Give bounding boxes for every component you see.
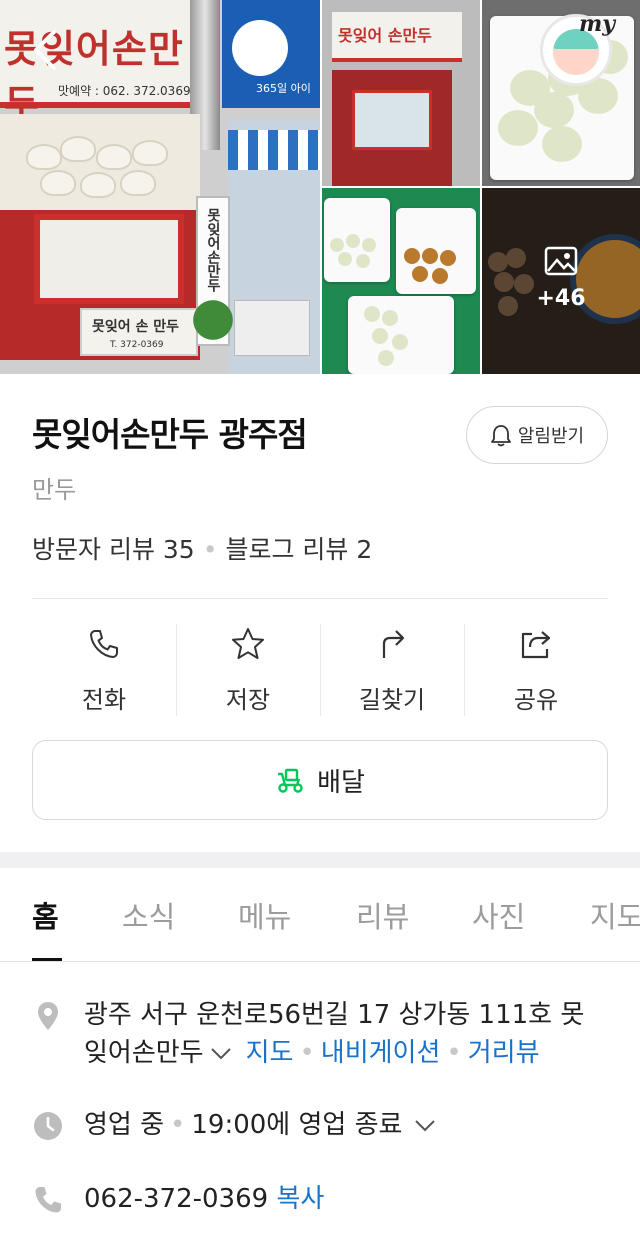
hours-text: 영업 중 • 19:00에 영업 종료 [84,1106,436,1144]
hours-row: 영업 중 • 19:00에 영업 종료 [32,1106,608,1146]
tab-map[interactable]: 지도 [590,894,640,936]
section-separator [0,852,640,868]
lower-sign-phone: T. 372-0369 [110,340,164,350]
phone-row: 062-372-0369 복사 [32,1180,608,1220]
air-conditioner-unit [234,300,310,356]
phone-number[interactable]: 062-372-0369 [84,1184,268,1214]
dumpling-window-graphic [0,114,200,210]
store-sign-phone: 맛예약 : 062. 372.0369 [58,84,191,98]
address-row: 광주 서구 운천로56번길 17 상가동 111호 못 잊어손만두 지도 • 내비게이… [32,996,608,1076]
address-block: 광주 서구 운천로56번길 17 상가동 111호 못 잊어손만두 지도 • 내비게이… [84,996,584,1072]
tab-photos[interactable]: 사진 [472,894,525,936]
chevron-down-icon[interactable] [210,1047,232,1061]
dumpling-boxes-photo[interactable] [322,188,480,374]
lower-sign: 못잊어 손 만두 T. 372-0369 [80,308,198,356]
separator-dot: • [446,1038,462,1068]
tab-menu[interactable]: 메뉴 [238,894,291,936]
delivery-scooter-icon [278,768,303,793]
delivery-button[interactable]: 배달 [32,740,608,820]
tab-bar: 홈 소식 메뉴 리뷰 사진 지도 [0,868,640,962]
back-button[interactable] [20,22,70,78]
ice-cream-logo [232,20,288,76]
my-label: my [579,11,616,37]
bell-icon [490,425,511,447]
navigation-link[interactable]: 내비게이션 [321,1038,441,1068]
clock-icon [34,1112,62,1140]
directions-label: 길찾기 [358,686,426,714]
save-button[interactable]: 저장 [176,600,320,726]
chevron-left-icon [34,30,56,70]
blog-reviews-link[interactable]: 블로그 리뷰 2 [225,535,372,564]
chevron-down-icon[interactable] [414,1119,436,1133]
potted-plant [188,292,238,362]
photo2-window [352,90,432,150]
share-button[interactable]: 공유 [464,600,608,726]
striped-awning [228,130,320,170]
review-summary: 방문자 리뷰 35 • 블로그 리뷰 2 [32,530,372,566]
neighbor-sign: 365일 아이 [222,0,320,108]
vertical-sign-text: 못잊어손만두 [205,208,221,292]
photo2-sign-text: 못잊어 손만두 [338,26,432,45]
delivery-label: 배달 [317,767,365,798]
photo-gallery[interactable]: 못잊어손만두 맛예약 : 062. 372.0369 365일 아이 못잊어 손… [0,0,640,374]
address-line2-wrap: 잊어손만두 지도 • 내비게이션 • 거리뷰 [84,1034,584,1072]
share-icon [521,631,551,659]
phone-icon [35,1187,61,1213]
separator-dot: • [170,1110,186,1140]
separator-dot: • [202,535,218,564]
place-category: 만두 [32,476,77,504]
closing-time: 19:00에 영업 종료 [191,1110,403,1140]
address-line2: 잊어손만두 [84,1038,204,1068]
open-status: 영업 중 [84,1110,165,1140]
star-icon [232,628,264,659]
tab-home[interactable]: 홈 [32,894,59,936]
call-label: 전화 [81,686,127,714]
more-photos-overlay [482,188,640,374]
map-link[interactable]: 지도 [246,1038,294,1068]
my-profile-button[interactable]: my [540,11,616,86]
share-label: 공유 [513,686,559,714]
separator-dot: • [299,1038,315,1068]
storefront-window [34,214,184,304]
directions-icon [382,630,405,658]
call-button[interactable]: 전화 [32,600,176,726]
phone-text: 062-372-0369 복사 [84,1180,324,1218]
phone-icon [90,630,118,658]
action-bar: 전화 저장 길찾기 공유 [32,600,608,726]
place-title: 못잊어손만두 광주점 [32,415,308,454]
alarm-button-label: 알림받기 [517,426,585,447]
address-line1: 광주 서구 운천로56번길 17 상가동 111호 못 [84,1000,585,1030]
image-icon [544,246,578,276]
tab-news[interactable]: 소식 [122,894,175,936]
more-photos-tile[interactable]: +46 [482,188,640,374]
streetview-link[interactable]: 거리뷰 [468,1038,540,1068]
neighbor-sign-text: 365일 아이 [256,82,311,95]
visitor-reviews-link[interactable]: 방문자 리뷰 35 [32,535,195,564]
divider [32,598,608,599]
lower-sign-text: 못잊어 손 만두 [92,319,180,335]
more-photos-count: +46 [536,286,586,311]
storefront-photo-2[interactable]: 못잊어 손만두 [322,0,480,186]
save-label: 저장 [225,686,271,714]
directions-button[interactable]: 길찾기 [320,600,464,726]
active-tab-indicator [32,958,62,961]
tab-reviews[interactable]: 리뷰 [356,894,409,936]
location-pin-icon [38,1002,58,1030]
alarm-button[interactable]: 알림받기 [466,406,608,464]
photo2-sign: 못잊어 손만두 [332,12,462,62]
copy-phone-button[interactable]: 복사 [276,1184,324,1214]
